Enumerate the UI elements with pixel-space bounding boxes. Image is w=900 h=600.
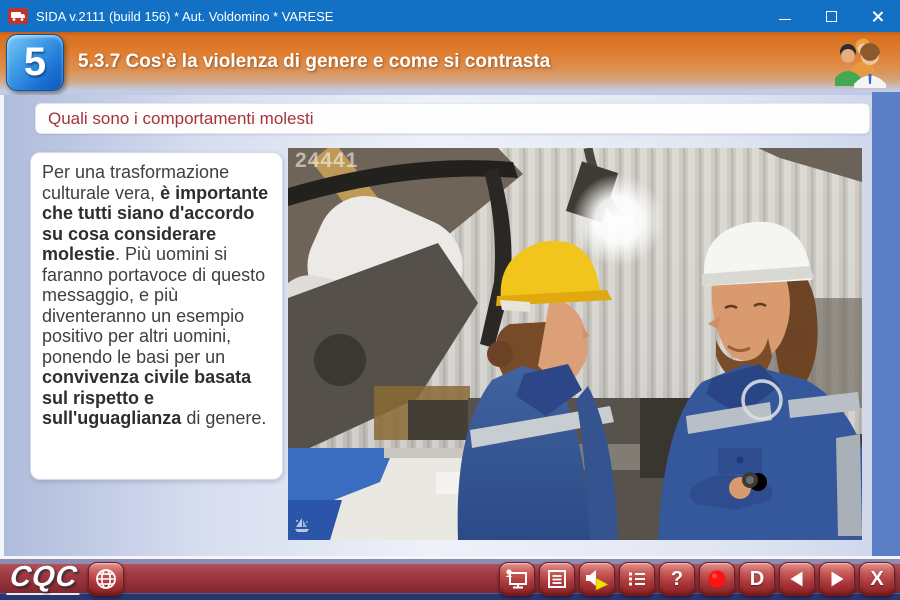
bottom-toolbar: CQC	[0, 556, 900, 600]
chapter-number-tile: 5	[6, 34, 64, 91]
photo-sail-logo-icon	[293, 517, 311, 535]
app-truck-icon	[8, 8, 28, 24]
window-titlebar: SIDA v.2111 (build 156) * Aut. Voldomino…	[0, 0, 900, 32]
arrow-left-icon	[786, 568, 808, 590]
speaker-play-icon	[584, 567, 610, 591]
dictionary-button[interactable]: D	[739, 562, 775, 596]
document-icon	[546, 568, 568, 590]
people-group-icon	[832, 36, 890, 93]
right-accent-band	[872, 92, 900, 558]
lesson-title: 5.3.7 Cos'è la violenza di genere e come…	[78, 32, 550, 92]
lesson-content-area: Quali sono i comportamenti molesti Per u…	[0, 95, 900, 558]
audio-button[interactable]	[579, 562, 615, 596]
presentation-button[interactable]	[499, 562, 535, 596]
chapter-number: 5	[24, 40, 46, 85]
globe-icon	[94, 567, 118, 591]
previous-button[interactable]	[779, 562, 815, 596]
photo-watermark: 24441	[295, 149, 358, 173]
list-icon	[626, 568, 648, 590]
lesson-photo: 24441	[288, 148, 862, 540]
maximize-icon[interactable]	[808, 0, 854, 32]
section-title-bar: Quali sono i comportamenti molesti	[35, 103, 870, 134]
lesson-text-panel: Per una trasformazione culturale vera, è…	[30, 152, 283, 480]
screen-person-icon	[504, 567, 530, 591]
exit-button[interactable]: X	[859, 562, 895, 596]
window-title: SIDA v.2111 (build 156) * Aut. Voldomino…	[36, 9, 762, 24]
app-window: SIDA v.2111 (build 156) * Aut. Voldomino…	[0, 0, 900, 600]
lesson-header: 5 5.3.7 Cos'è la violenza di genere e co…	[0, 32, 900, 95]
globe-button[interactable]	[88, 562, 124, 596]
toolbar-button-row: ? D X	[499, 562, 895, 596]
help-button[interactable]: ?	[659, 562, 695, 596]
close-icon[interactable]	[854, 0, 900, 32]
next-button[interactable]	[819, 562, 855, 596]
notes-button[interactable]	[539, 562, 575, 596]
cqc-logo: CQC	[6, 563, 83, 595]
record-button[interactable]	[699, 562, 735, 596]
index-button[interactable]	[619, 562, 655, 596]
minimize-icon[interactable]	[762, 0, 808, 32]
section-title: Quali sono i comportamenti molesti	[36, 109, 314, 129]
arrow-right-icon	[826, 568, 848, 590]
record-dot-icon	[706, 568, 728, 590]
